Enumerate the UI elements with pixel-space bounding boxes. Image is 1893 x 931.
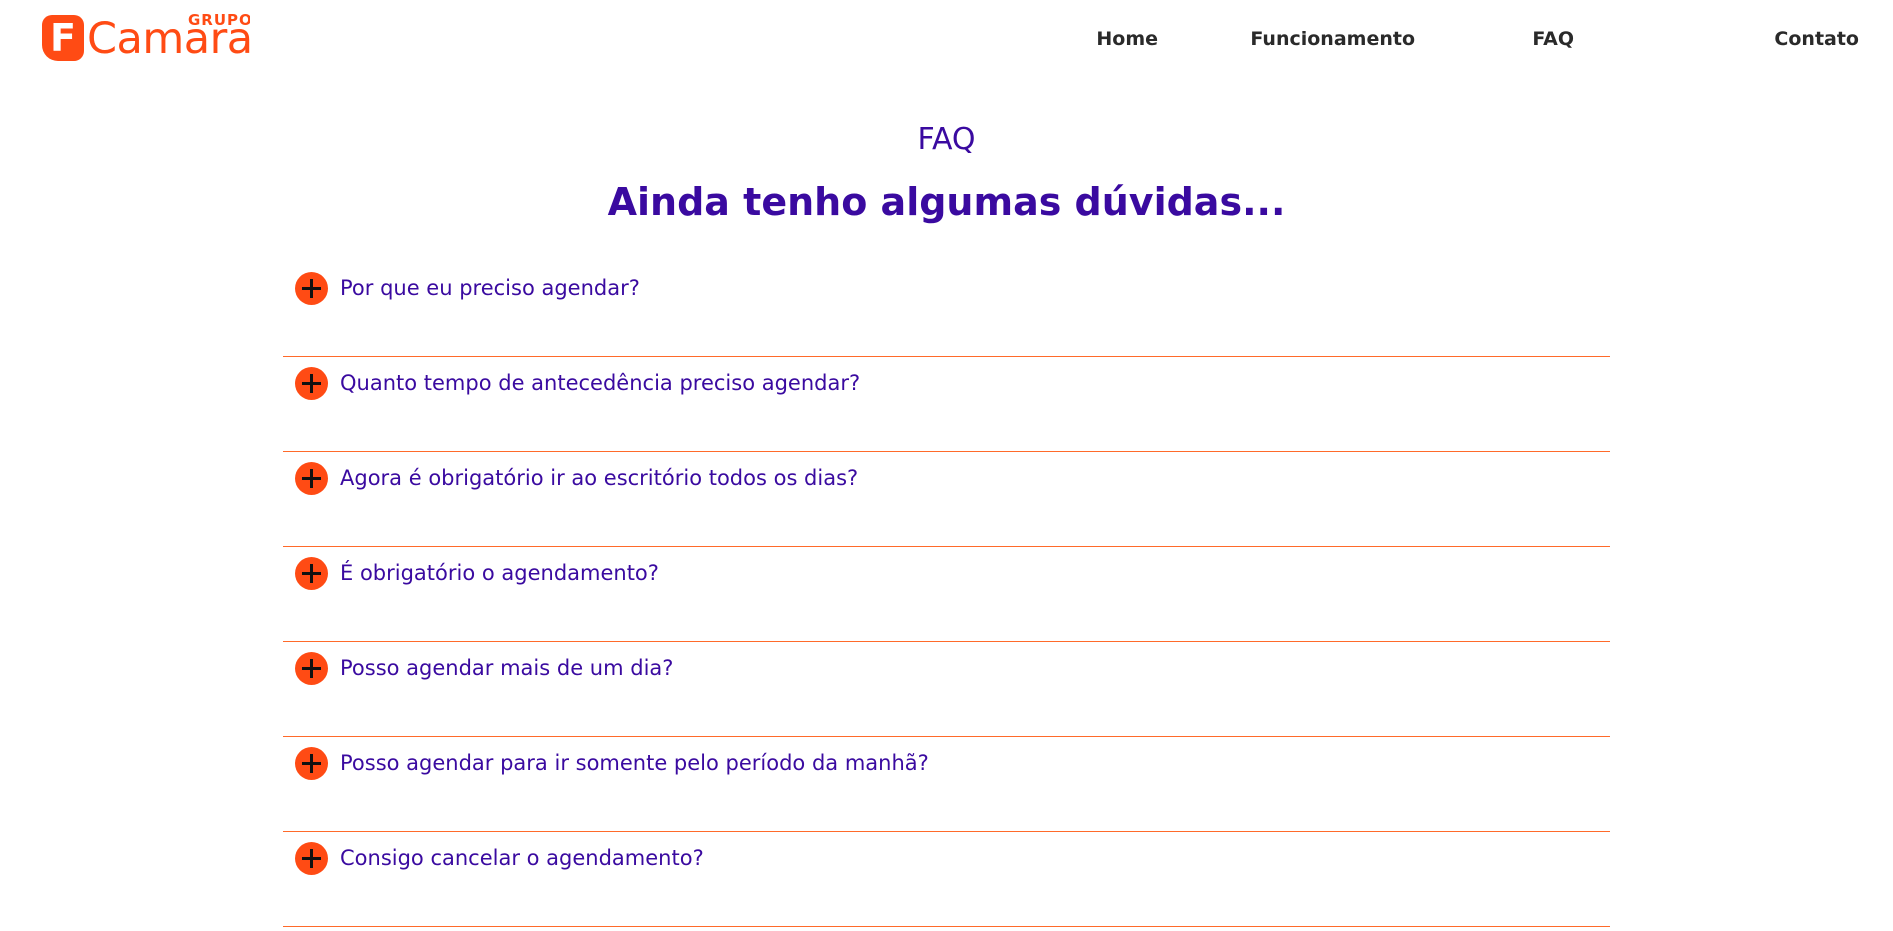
plus-icon[interactable] xyxy=(295,272,328,305)
section-eyebrow: FAQ xyxy=(917,122,976,157)
logo-group-label: GRUPO xyxy=(188,12,250,29)
faq-question[interactable]: Posso agendar mais de um dia? xyxy=(340,653,673,683)
plus-icon[interactable] xyxy=(295,842,328,875)
faq-question[interactable]: Por que eu preciso agendar? xyxy=(340,273,640,303)
faq-question[interactable]: Posso agendar para ir somente pelo perío… xyxy=(340,748,929,778)
faq-question[interactable]: Agora é obrigatório ir ao escritório tod… xyxy=(340,463,858,493)
faq-question[interactable]: Quanto tempo de antecedência preciso age… xyxy=(340,368,860,398)
faq-item[interactable]: É obrigatório o agendamento? xyxy=(283,547,1610,642)
faq-list: Por que eu preciso agendar? Quanto tempo… xyxy=(283,262,1610,927)
plus-icon[interactable] xyxy=(295,462,328,495)
plus-icon[interactable] xyxy=(295,747,328,780)
faq-item[interactable]: Por que eu preciso agendar? xyxy=(283,262,1610,357)
nav-link-funcionamento[interactable]: Funcionamento xyxy=(1250,26,1415,52)
faq-item[interactable]: Quanto tempo de antecedência preciso age… xyxy=(283,357,1610,452)
nav-link-contato[interactable]: Contato xyxy=(1774,26,1859,52)
logo-mark: F xyxy=(42,15,84,61)
faq-item[interactable]: Agora é obrigatório ir ao escritório tod… xyxy=(283,452,1610,547)
faq-question[interactable]: Consigo cancelar o agendamento? xyxy=(340,843,704,873)
faq-question[interactable]: É obrigatório o agendamento? xyxy=(340,558,659,588)
faq-item[interactable]: Consigo cancelar o agendamento? xyxy=(283,832,1610,927)
plus-icon[interactable] xyxy=(295,557,328,590)
site-header: F Camara GRUPO Home Funcionamento FAQ Co… xyxy=(0,0,1893,80)
logo-mark-letter: F xyxy=(50,16,76,60)
nav-link-faq[interactable]: FAQ xyxy=(1532,26,1574,52)
faq-item[interactable]: Posso agendar mais de um dia? xyxy=(283,642,1610,737)
faq-item[interactable]: Posso agendar para ir somente pelo perío… xyxy=(283,737,1610,832)
section-title: Ainda tenho algumas dúvidas... xyxy=(607,180,1286,224)
plus-icon[interactable] xyxy=(295,367,328,400)
nav-link-home[interactable]: Home xyxy=(1096,26,1158,52)
plus-icon[interactable] xyxy=(295,652,328,685)
grupo-camara-logo[interactable]: F Camara GRUPO xyxy=(42,12,250,62)
